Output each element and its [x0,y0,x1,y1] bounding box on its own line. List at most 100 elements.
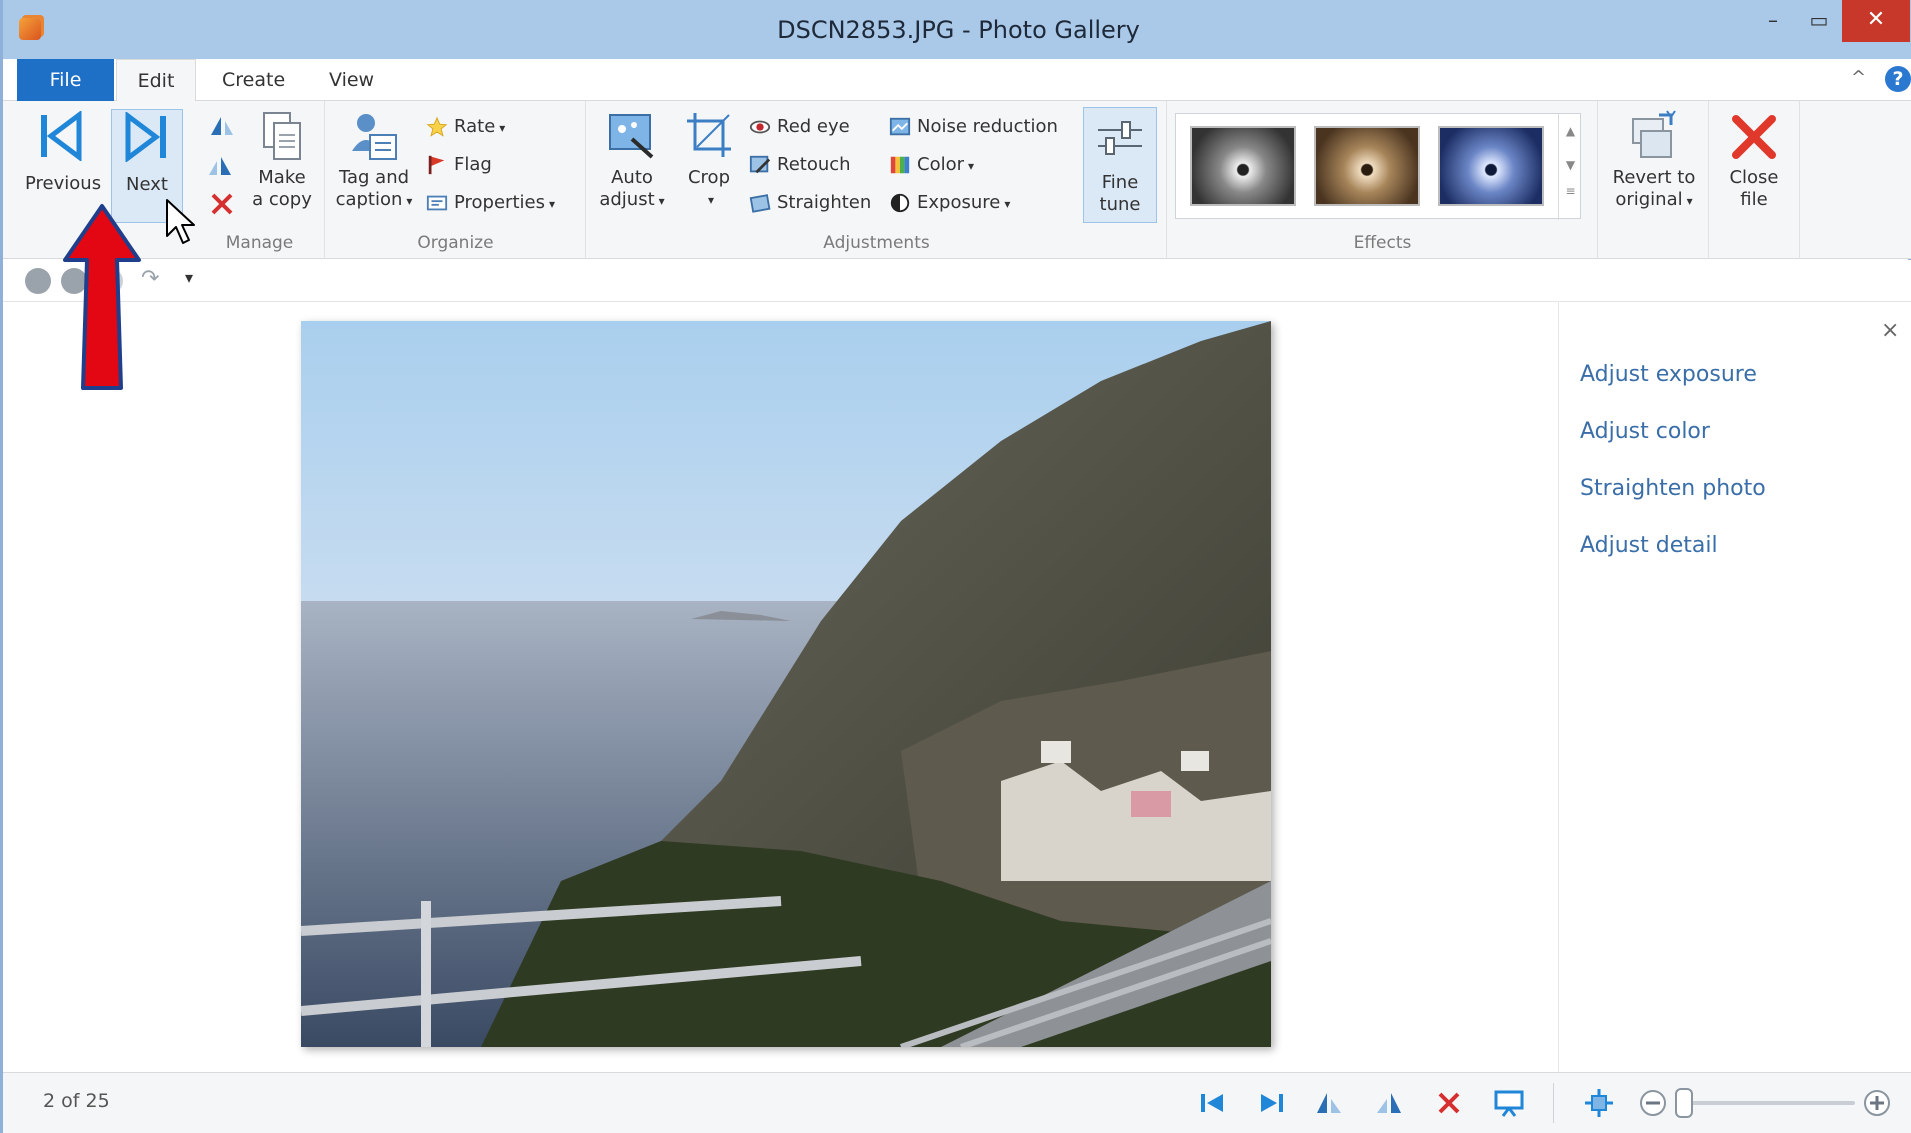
copy-icon [263,112,301,160]
color-label: Color [917,154,964,175]
tag-label-line1: Tag and [338,167,410,188]
status-bar: 2 of 25 [3,1072,1911,1133]
effects-more-icon[interactable]: ≡ [1559,184,1582,198]
retouch-icon [749,155,771,174]
adjust-exposure-link[interactable]: Adjust exposure [1580,362,1757,387]
collapse-ribbon-icon[interactable]: ^ [1851,67,1866,88]
rotate-left-icon[interactable] [207,113,235,139]
tag-caption-button[interactable]: Tag and caption ▾ [332,109,416,212]
tag-icon [352,114,397,160]
previous-button[interactable]: Previous [25,110,102,195]
customize-toolbar-icon[interactable]: ▾ [185,268,193,287]
rate-caret: ▾ [499,121,506,135]
zoom-in-icon[interactable] [1859,1085,1895,1121]
rotate-right-status-icon[interactable] [1371,1085,1407,1121]
previous-icon [41,110,82,162]
help-icon[interactable]: ? [1885,66,1911,92]
back-icon[interactable] [25,268,51,294]
effect-sepia[interactable] [1314,126,1420,206]
exposure-caret: ▾ [1004,197,1011,211]
crop-icon [687,113,731,157]
retouch-label: Retouch [777,154,851,175]
properties-caret: ▾ [548,197,555,211]
auto-adjust-label-line1: Auto [611,167,653,188]
zoom-out-icon[interactable] [1635,1085,1671,1121]
effect-black-white[interactable] [1190,126,1296,206]
red-eye-icon [749,120,771,134]
revert-group: Revert to original ▾ [1599,101,1709,259]
color-icon [890,156,910,174]
maximize-button[interactable]: ▭ [1793,0,1845,42]
adjust-color-link[interactable]: Adjust color [1580,419,1710,444]
ribbon-tabs: File Edit Create View ^ ? [3,59,1911,102]
effect-cyan-tone[interactable] [1438,126,1544,206]
next-photo-icon[interactable] [1253,1085,1289,1121]
minimize-button[interactable]: – [1747,0,1799,42]
status-divider [1553,1083,1554,1123]
close-file-button[interactable]: Close file [1718,109,1790,211]
crop-caret: ▾ [707,193,715,207]
rate-label: Rate [454,116,496,137]
photo-viewer[interactable] [301,321,1271,1047]
revert-to-original-button[interactable]: Revert to original ▾ [1605,109,1703,212]
redo-icon[interactable]: ↷ [141,266,159,291]
revert-icon [1632,110,1676,158]
fine-tune-label-line2: tune [1099,194,1141,215]
adjust-detail-link[interactable]: Adjust detail [1580,533,1718,558]
delete-icon[interactable] [209,191,235,217]
effects-group-label: Effects [1353,233,1412,253]
tab-view[interactable]: View [315,59,388,101]
previous-label: Previous [25,173,102,194]
effects-scroll[interactable]: ▲ ▼ ≡ [1558,114,1582,220]
tag-label-line2: caption [335,189,403,210]
close-window-button[interactable]: ✕ [1842,0,1910,42]
crop-button[interactable]: Crop ▾ [679,109,739,211]
fine-tune-label-line1: Fine [1101,172,1139,193]
delete-status-icon[interactable] [1431,1085,1467,1121]
ribbon: Previous Next Make a copy Manage Tag and [3,101,1911,259]
auto-adjust-button[interactable]: Auto adjust ▾ [595,109,669,212]
properties-button[interactable]: Properties ▾ [426,187,555,219]
retouch-button[interactable]: Retouch [749,149,851,181]
revert-label-line2: original [1615,189,1683,210]
noise-reduction-button[interactable]: Noise reduction [889,111,1058,143]
make-copy-label-line2: a copy [252,189,312,210]
exposure-label: Exposure [917,192,1001,213]
annotation-arrow [63,204,141,390]
rotate-left-status-icon[interactable] [1311,1085,1347,1121]
manage-group-label: Manage [225,233,294,253]
straighten-button[interactable]: Straighten [749,187,871,219]
slideshow-icon[interactable] [1491,1085,1527,1121]
organize-group-label: Organize [417,233,494,253]
red-eye-label: Red eye [777,116,850,137]
tab-create[interactable]: Create [208,59,299,101]
close-pane-icon[interactable]: × [1881,318,1899,343]
make-copy-button[interactable]: Make a copy [245,109,319,211]
previous-photo-icon[interactable] [1195,1085,1231,1121]
noise-icon [889,117,911,136]
next-icon [125,111,166,163]
fit-to-window-icon[interactable] [1581,1085,1617,1121]
fine-tune-button[interactable]: Fine tune [1083,107,1157,223]
tab-file[interactable]: File [17,59,114,101]
auto-adjust-icon [609,114,654,159]
zoom-slider-thumb[interactable] [1675,1088,1693,1118]
rate-button[interactable]: Rate ▾ [426,111,505,143]
close-file-label-line1: Close [1729,167,1779,188]
straighten-photo-link[interactable]: Straighten photo [1580,476,1766,501]
flag-button[interactable]: Flag [426,149,492,181]
fine-tune-icon [1098,121,1142,155]
exposure-button[interactable]: Exposure ▾ [889,187,1010,219]
revert-label-line1: Revert to [1612,167,1696,188]
tag-caret: ▾ [406,194,413,208]
zoom-slider-track[interactable] [1683,1101,1855,1105]
tab-edit[interactable]: Edit [116,59,196,102]
adjustments-group-label: Adjustments [823,233,930,253]
red-eye-button[interactable]: Red eye [749,111,850,143]
color-button[interactable]: Color ▾ [889,149,974,181]
effects-scroll-up-icon[interactable]: ▲ [1559,124,1582,138]
rotate-right-icon[interactable] [207,153,235,179]
effects-scroll-down-icon[interactable]: ▼ [1559,158,1582,172]
flag-icon [428,155,445,175]
exposure-icon [890,193,910,213]
